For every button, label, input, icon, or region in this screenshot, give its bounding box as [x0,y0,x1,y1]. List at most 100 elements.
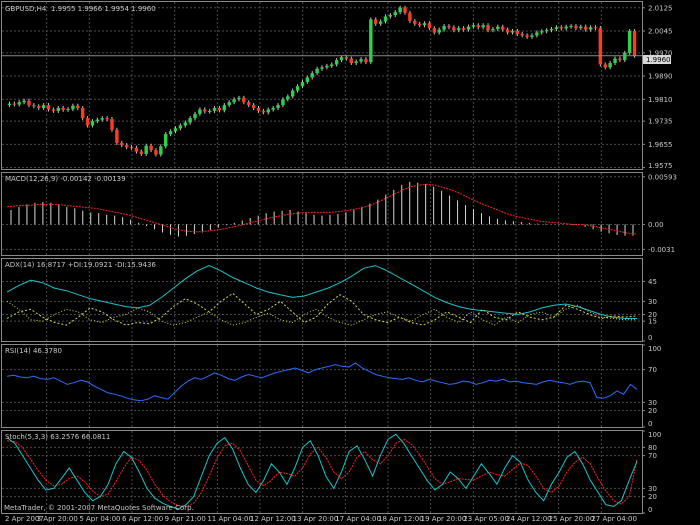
bear-candle [525,35,529,37]
bull-candle [164,134,168,147]
bull-candle [579,26,583,29]
bull-candle [569,26,573,28]
bear-candle [12,103,17,105]
macd-panel-title: MACD(12,26,9) -0.00142 -0.00139 [5,175,126,183]
bull-candle [359,59,363,62]
bull-candle [608,62,612,68]
bear-candle [242,97,246,103]
bull-candle [290,90,295,97]
bear-candle [256,108,261,111]
time-tick-label: 13 Apr 20:00 [293,515,339,523]
bear-candle [37,106,41,109]
bull-candle [276,105,280,109]
bull-candle [71,105,75,110]
bear-candle [32,105,36,107]
bull-candle [544,30,549,32]
time-tick-label: 17 Apr 04:00 [335,515,381,523]
bear-candle [139,151,144,154]
bear-candle [46,105,51,110]
bear-candle [261,110,266,113]
axis-tick-label: 100 [648,345,661,353]
bear-candle [584,26,588,30]
bear-candle [120,142,124,146]
bear-candle [203,109,207,112]
time-tick-label: 23 Apr 05:00 [463,515,509,523]
axis-tick-label: 30 [648,485,657,493]
bull-candle [442,26,446,30]
axis-tick-label: 70 [648,452,657,460]
bull-candle [66,109,70,111]
axis-tick-label: 2.0045 [648,28,673,36]
bear-candle [447,26,451,28]
bull-candle [393,12,397,16]
bull-candle [295,86,300,91]
bear-candle [247,102,251,106]
time-tick-label: 5 Apr 04:00 [79,515,120,523]
bear-candle [559,27,564,29]
bear-candle [85,118,90,126]
bull-candle [496,26,500,30]
bull-candle [90,121,95,126]
bull-candle [193,113,197,119]
bear-candle [598,28,603,65]
bull-candle [588,27,593,30]
bear-candle [520,33,524,36]
bull-candle [383,16,388,22]
bull-candle [100,118,104,120]
bull-candle [535,32,539,36]
bear-candle [115,129,119,143]
bull-candle [623,52,627,61]
axis-tick-label: 20 [648,493,657,501]
bull-candle [471,25,476,27]
bull-candle [95,119,100,122]
copyright-footer: MetaTrader, © 2001-2007 MetaQuotes Softw… [4,504,194,512]
time-tick-label: 6 Apr 12:00 [122,515,163,523]
bear-candle [149,145,153,151]
bull-candle [325,65,329,68]
bear-candle [574,26,578,29]
bull-candle [188,118,192,123]
trading-chart[interactable]: GBPUSD,H4 1.9955 1.9966 1.9954 1.9960 1.… [0,0,700,525]
bull-candle [168,131,173,135]
bear-candle [486,25,490,31]
time-tick-label: 18 Apr 12:00 [378,515,424,523]
bull-candle [198,109,202,114]
bear-candle [374,19,378,24]
bull-candle [222,105,227,111]
axis-tick-label: 15 [648,318,657,326]
bear-candle [51,109,56,111]
bear-candle [110,119,114,130]
axis-tick-label: 0.00 [648,221,664,229]
stoch-panel-title: Stoch(5,3,3) 63.2576 66.0811 [5,433,110,441]
bull-candle [530,35,534,37]
bull-candle [300,81,305,87]
bear-candle [134,147,139,152]
bull-candle [554,27,559,30]
bear-candle [105,118,109,120]
bear-candle [403,7,407,13]
bull-candle [159,146,163,155]
bull-candle [212,108,217,111]
bear-candle [618,58,622,61]
bull-candle [7,103,12,106]
bull-candle [627,31,632,53]
bear-candle [27,100,31,106]
bear-candle [76,105,80,109]
bull-candle [315,68,319,74]
bull-candle [540,31,544,33]
bull-candle [266,109,270,113]
bull-candle [232,99,236,103]
bull-candle [466,26,471,30]
bull-candle [510,31,515,33]
bull-candle [173,128,178,132]
bull-candle [183,122,187,126]
bull-candle [491,29,495,31]
bear-candle [417,23,422,26]
bull-candle [56,108,60,111]
axis-tick-label: 2.0125 [648,4,673,12]
bull-candle [286,96,290,100]
bear-candle [154,150,158,155]
bear-candle [427,23,432,29]
bear-candle [593,27,598,29]
bull-candle [437,29,441,33]
